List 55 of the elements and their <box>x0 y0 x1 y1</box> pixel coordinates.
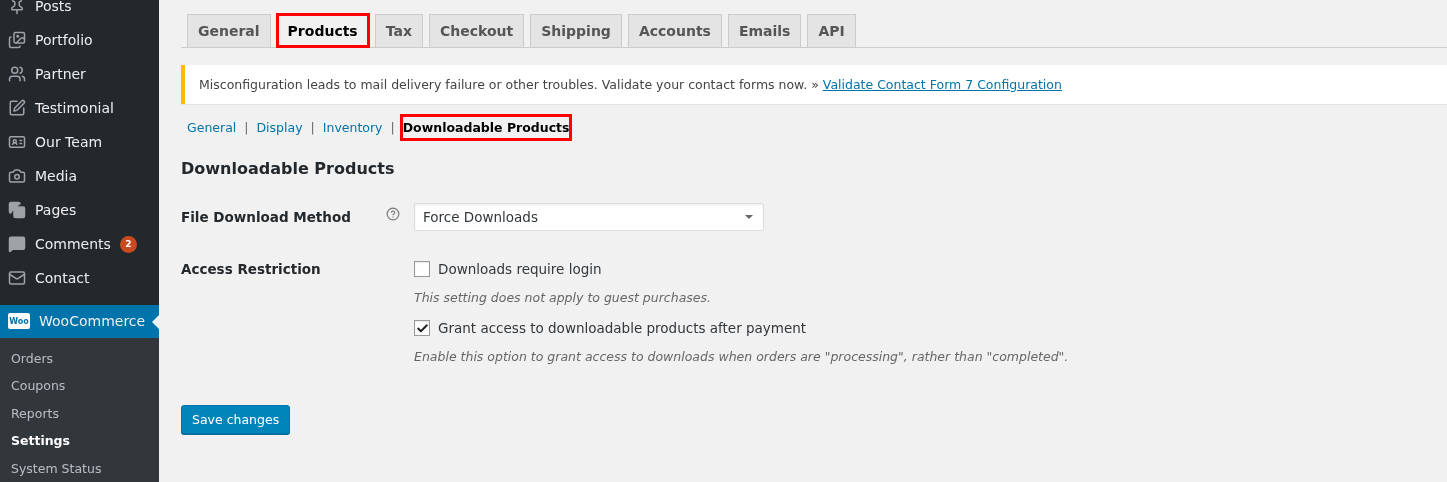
submenu-item[interactable]: Orders <box>0 344 159 372</box>
menu-item[interactable]: Pages <box>0 193 159 227</box>
menu-item[interactable]: Our Team <box>0 125 159 159</box>
pages-icon <box>8 201 26 219</box>
edit-icon <box>8 99 26 117</box>
camera-icon <box>8 167 26 185</box>
pin-icon <box>8 0 26 15</box>
settings-tab[interactable]: Products <box>276 14 369 47</box>
section-heading: Downloadable Products <box>181 159 396 178</box>
settings-tab[interactable]: Accounts <box>627 14 722 47</box>
mail-icon <box>8 269 26 287</box>
settings-tab[interactable]: API <box>807 14 856 47</box>
save-button[interactable]: Save changes <box>181 405 291 434</box>
validate-link[interactable]: Validate Contact Form 7 Configuration <box>822 77 1062 92</box>
images-icon <box>8 31 26 49</box>
submenu-item[interactable]: Coupons <box>0 372 159 400</box>
submenu-item[interactable]: Reports <box>0 399 159 427</box>
menu-item[interactable]: Contact <box>0 261 159 295</box>
help-icon[interactable] <box>386 207 400 221</box>
settings-tab[interactable]: Shipping <box>530 14 622 47</box>
checkbox[interactable] <box>414 320 430 336</box>
count-badge: 2 <box>119 235 137 253</box>
section-link[interactable]: Inventory <box>319 114 386 141</box>
option-description: Enable this option to grant access to downloads when orders are "processing", rather than "completed". <box>414 349 1069 364</box>
separator: | <box>390 120 395 135</box>
menu-item[interactable]: Media <box>0 159 159 193</box>
checkbox-label: Downloads require login <box>438 261 602 277</box>
settings-tab[interactable]: General <box>187 14 271 47</box>
submenu-item[interactable]: Settings <box>0 427 159 455</box>
id-card-icon <box>8 133 26 151</box>
settings-tab[interactable]: Emails <box>727 14 802 47</box>
menu-item[interactable]: Posts <box>0 0 159 23</box>
download-method-select[interactable]: Force Downloads <box>414 203 764 231</box>
section-link[interactable]: Downloadable Products <box>399 114 573 141</box>
menu-item[interactable]: Testimonial <box>0 91 159 125</box>
menu-item[interactable]: Portfolio <box>0 23 159 57</box>
submenu-item[interactable]: System Status <box>0 454 159 482</box>
menu-item[interactable]: Comments 2 <box>0 227 159 261</box>
separator: | <box>310 120 315 135</box>
section-link[interactable]: Display <box>253 114 306 141</box>
woo-logo: Woo <box>8 313 30 330</box>
menu-item[interactable]: Partner <box>0 57 159 91</box>
option-description: This setting does not apply to guest purchases. <box>414 290 712 305</box>
section-link[interactable]: General <box>184 114 240 141</box>
notice-text: Misconfiguration leads to mail delivery failure or other troubles. Validate your contact forms now. » <box>199 77 819 92</box>
current-menu-item[interactable]: Woo WooCommerce <box>0 305 159 338</box>
settings-tab[interactable]: Tax <box>374 14 423 47</box>
people-icon <box>8 65 26 83</box>
separator: | <box>244 120 249 135</box>
settings-tab[interactable]: Checkout <box>428 14 525 47</box>
checkbox[interactable] <box>414 261 430 277</box>
comment-icon <box>8 235 26 253</box>
checkbox-label: Grant access to downloadable products after payment <box>438 320 807 336</box>
field-label: Access Restriction <box>181 261 322 279</box>
field-label: File Download Method <box>181 208 352 227</box>
